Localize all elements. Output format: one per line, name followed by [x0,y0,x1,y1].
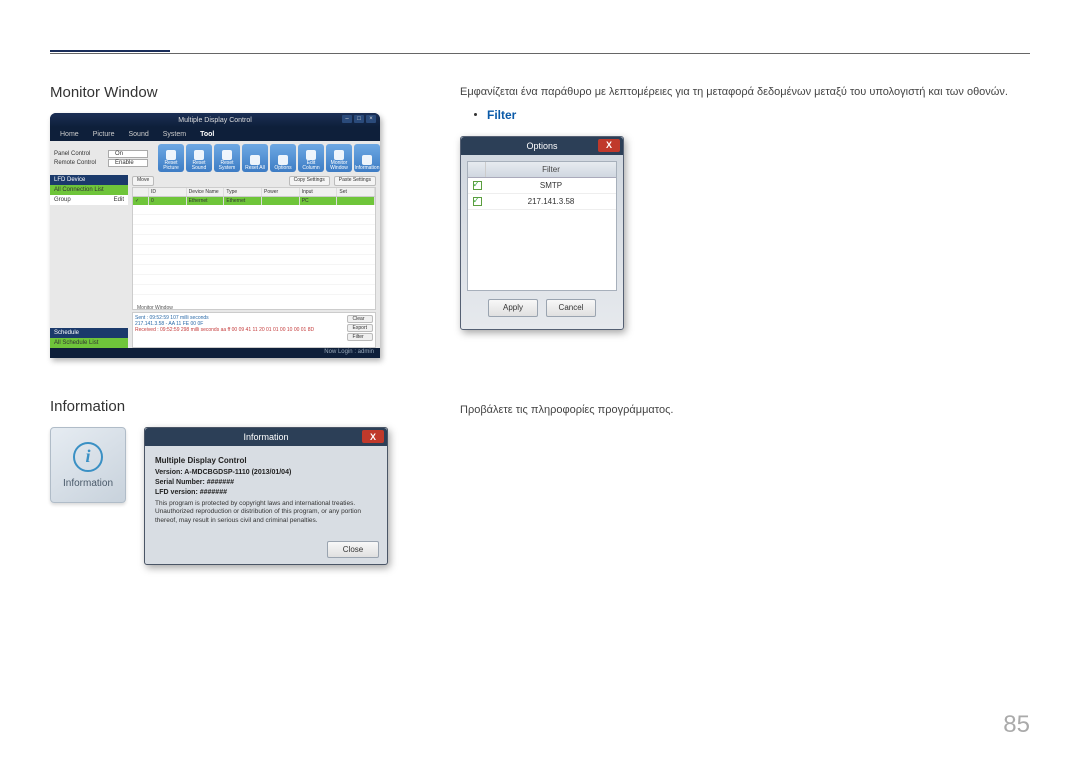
information-close-x[interactable]: X [362,430,384,443]
log-recv-line: Received : 09:52:59 298 milli seconds aa… [135,327,373,333]
edit-column-icon [306,150,316,160]
reset-picture-button[interactable]: Reset Picture [158,144,184,172]
reset-sound-icon [194,150,204,160]
mdc-sidebar: LFD Device All Connection List Group Edi… [50,175,128,348]
options-button[interactable]: Options [270,144,296,172]
sidebar-lfd-header[interactable]: LFD Device [50,175,128,185]
remote-control-label: Remote Control [54,160,102,166]
mdc-title-text: Multiple Display Control [178,117,252,124]
toolbar-icons: Reset Picture Reset Sound Reset System R… [158,144,380,172]
menu-sound[interactable]: Sound [128,131,148,138]
mdc-app-window: Multiple Display Control – □ × Home Pict… [50,113,380,358]
menu-home[interactable]: Home [60,131,79,138]
mdc-statusbar: Now Login : admin [50,348,380,358]
panel-control-value[interactable]: On [108,150,148,158]
options-dialog-title: Options X [461,137,623,155]
checkbox-icon[interactable] [473,197,482,206]
options-apply-button[interactable]: Apply [488,299,538,317]
information-close-button[interactable]: Close [327,541,379,558]
move-button[interactable]: Move [132,176,154,186]
info-version: Version: A-MDCBGDSP-1110 (2013/01/04) [155,469,377,476]
information-icon [362,155,372,165]
maximize-icon[interactable]: □ [354,115,364,123]
close-icon[interactable]: × [366,115,376,123]
options-filter-header: Filter [486,162,616,177]
log-filter-button[interactable]: Filter [347,333,373,341]
header-divider [50,53,1030,54]
reset-system-button[interactable]: Reset System [214,144,240,172]
information-button[interactable]: Information [354,144,380,172]
monitor-window-icon [334,150,344,160]
reset-sound-button[interactable]: Reset Sound [186,144,212,172]
mdc-toolbar: Panel Control On Remote Control Enable R… [50,141,380,175]
options-close-button[interactable]: X [598,139,620,152]
mdc-main-area: Move Copy Settings Paste Settings ID Dev… [128,175,380,348]
monitor-log-panel: Monitor Window Sent : 09:52:59 107 milli… [132,312,376,348]
menu-tool[interactable]: Tool [200,131,214,138]
info-legal-text: This program is protected by copyright l… [155,500,377,525]
options-cancel-button[interactable]: Cancel [546,299,596,317]
bullet-icon [474,113,477,116]
table-row[interactable]: ✓ 0 Ethernet Ethernet PC [133,197,375,205]
options-icon [278,155,288,165]
information-dialog-title: Information X [145,428,387,446]
sidebar-all-schedule[interactable]: All Schedule List [50,338,128,348]
reset-system-icon [222,150,232,160]
monitor-description: Εμφανίζεται ένα παράθυρο με λεπτομέρειες… [460,84,1030,102]
header-accent-rule [50,50,170,52]
page-number: 85 [1003,711,1030,739]
information-dialog: Information X Multiple Display Control V… [144,427,388,565]
information-tile-caption: Information [63,478,113,489]
copy-settings-button[interactable]: Copy Settings [289,176,330,186]
mdc-titlebar: Multiple Display Control – □ × [50,113,380,127]
menu-picture[interactable]: Picture [93,131,115,138]
log-clear-button[interactable]: Clear [347,315,373,323]
monitor-log-title: Monitor Window [137,305,173,311]
options-row-smtp[interactable]: SMTP [468,178,616,194]
toolbar-controls: Panel Control On Remote Control Enable [54,150,148,167]
monitor-window-heading: Monitor Window [50,84,420,101]
information-heading: Information [50,398,420,415]
paste-settings-button[interactable]: Paste Settings [334,176,376,186]
info-product-name: Multiple Display Control [155,456,377,465]
sidebar-all-connection[interactable]: All Connection List [50,185,128,195]
reset-all-icon [250,155,260,165]
sidebar-group-row[interactable]: Group Edit [50,195,128,205]
log-export-button[interactable]: Export [347,324,373,332]
reset-all-button[interactable]: Reset All [242,144,268,172]
information-description: Προβάλετε τις πληροφορίες προγράμματος. [460,402,1030,420]
filter-link[interactable]: Filter [487,108,516,122]
panel-control-label: Panel Control [54,151,102,157]
sidebar-group-edit[interactable]: Edit [114,197,124,203]
sidebar-schedule-header[interactable]: Schedule [50,328,128,338]
info-serial: Serial Number: ####### [155,479,377,486]
window-controls: – □ × [342,115,376,123]
options-filter-table: Filter SMTP 217.141.3.58 [467,161,617,291]
minimize-icon[interactable]: – [342,115,352,123]
table-header-row: ID Device Name Type Power Input Set [133,188,375,197]
checkbox-icon[interactable] [473,181,482,190]
reset-picture-icon [166,150,176,160]
mdc-menubar: Home Picture Sound System Tool [50,127,380,141]
device-table: ID Device Name Type Power Input Set ✓ 0 … [132,187,376,310]
sidebar-group-label: Group [54,197,71,203]
options-row-ip[interactable]: 217.141.3.58 [468,194,616,210]
remote-control-value[interactable]: Enable [108,159,148,167]
options-dialog: Options X Filter SMTP [460,136,624,330]
menu-system[interactable]: System [163,131,186,138]
edit-column-button[interactable]: Edit Column [298,144,324,172]
info-icon: i [73,442,103,472]
monitor-window-button[interactable]: Monitor Window [326,144,352,172]
info-lfd-version: LFD version: ####### [155,489,377,496]
information-tile[interactable]: i Information [50,427,126,503]
